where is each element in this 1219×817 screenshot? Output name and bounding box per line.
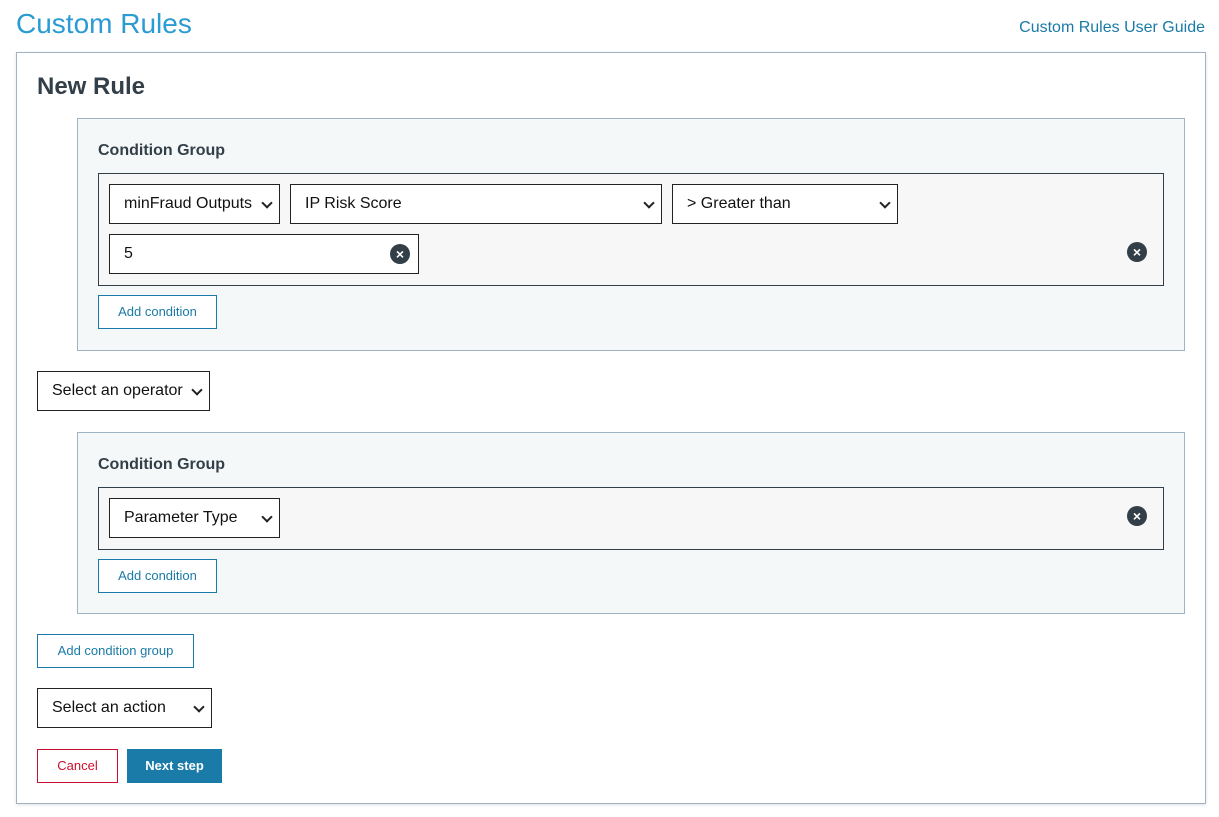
field-select-value: IP Risk Score — [305, 195, 402, 212]
action-select[interactable]: Select an action — [37, 688, 212, 728]
category-select[interactable]: minFraud Outputs — [109, 184, 280, 224]
close-circle-icon[interactable]: × — [1127, 506, 1147, 526]
field-select[interactable]: IP Risk Score — [290, 184, 662, 224]
new-rule-card: New Rule Condition Group minFraud Output… — [16, 52, 1206, 804]
comparator-select[interactable]: > Greater than — [672, 184, 898, 224]
operator-select-value: Select an operator — [52, 382, 183, 399]
add-condition-button[interactable]: Add condition — [98, 559, 217, 593]
card-title: New Rule — [37, 73, 146, 100]
chevron-down-icon — [191, 384, 203, 396]
action-select-value: Select an action — [52, 699, 166, 716]
add-condition-group-button[interactable]: Add condition group — [37, 634, 194, 668]
condition-group-label: Condition Group — [98, 456, 226, 473]
close-circle-icon[interactable]: × — [390, 244, 410, 264]
cancel-button[interactable]: Cancel — [37, 749, 118, 783]
condition-group-2: Condition Group Parameter Type × Add con… — [77, 432, 1185, 614]
chevron-down-icon — [261, 197, 273, 209]
condition-group-1: Condition Group minFraud Outputs IP Risk… — [77, 118, 1185, 351]
add-condition-button[interactable]: Add condition — [98, 295, 217, 329]
condition-group-label: Condition Group — [98, 142, 226, 159]
condition-row: minFraud Outputs IP Risk Score > Greater… — [98, 173, 1164, 286]
next-step-button[interactable]: Next step — [127, 749, 222, 783]
close-circle-icon[interactable]: × — [1127, 242, 1147, 262]
value-input-text: 5 — [124, 245, 133, 262]
user-guide-link[interactable]: Custom Rules User Guide — [1019, 18, 1205, 38]
chevron-down-icon — [879, 197, 891, 209]
condition-row: Parameter Type × — [98, 487, 1164, 550]
comparator-select-value: > Greater than — [687, 195, 791, 212]
parameter-type-select-value: Parameter Type — [124, 509, 238, 526]
chevron-down-icon — [261, 511, 273, 523]
parameter-type-select[interactable]: Parameter Type — [109, 498, 280, 538]
category-select-value: minFraud Outputs — [124, 195, 253, 212]
value-input[interactable]: 5 × — [109, 234, 419, 274]
operator-select[interactable]: Select an operator — [37, 371, 210, 411]
chevron-down-icon — [193, 701, 205, 713]
page-title: Custom Rules — [16, 8, 192, 39]
chevron-down-icon — [643, 197, 655, 209]
